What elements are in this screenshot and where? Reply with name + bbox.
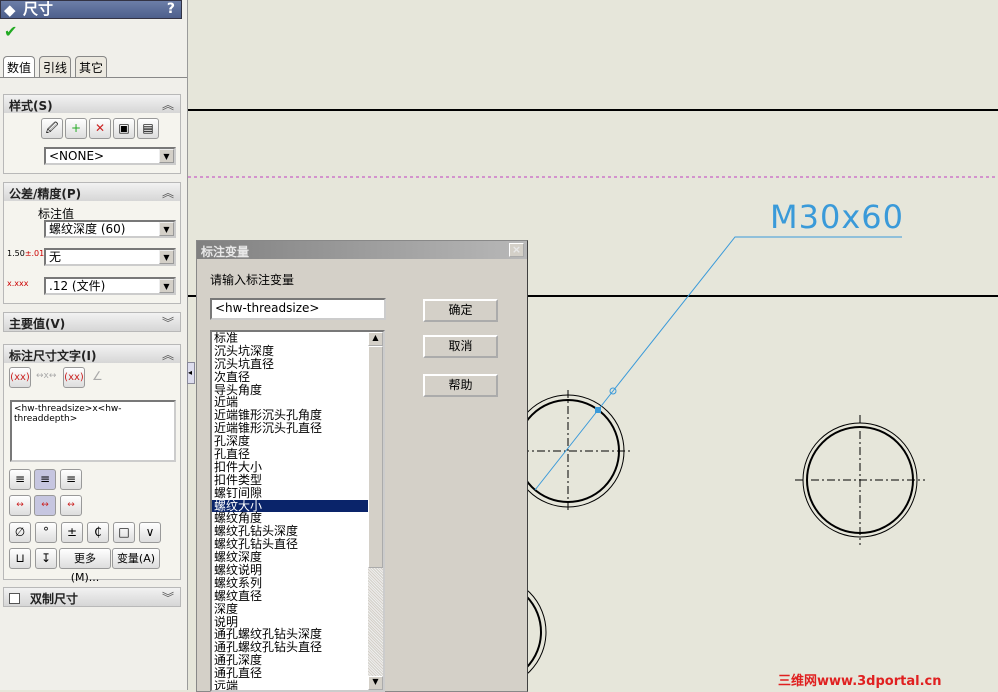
text-above-icon[interactable]: ↔ — [9, 495, 31, 516]
cancel-button[interactable]: 取消 — [423, 335, 498, 358]
depth-icon[interactable]: ↧ — [35, 548, 57, 569]
centerline-icon[interactable]: ₵ — [87, 522, 109, 543]
variable-input[interactable]: <hw-threadsize> — [210, 298, 386, 320]
dimension-icon: ◆ — [4, 1, 16, 19]
dialog-title: 标注变量 — [201, 245, 250, 259]
scroll-thumb — [368, 346, 383, 568]
leader-line — [534, 236, 902, 491]
list-item[interactable]: 孔直径 — [212, 448, 368, 461]
parentheses-icon[interactable]: (xx) — [9, 367, 31, 388]
property-manager: ◆ 尺寸 ? ✔ 数值 引线 其它 样式(S) ︽ 🖉 + ✕ ▣ ▤ <NONE… — [0, 0, 188, 690]
list-item[interactable]: 次直径 — [212, 370, 368, 384]
precision-select[interactable]: .12 (文件) ▼ — [44, 277, 176, 295]
list-item[interactable]: 扣件大小 — [212, 460, 368, 474]
list-item[interactable]: 标准 — [212, 332, 368, 345]
align-right-icon[interactable]: ≡ — [60, 469, 82, 490]
tolerance-section: 公差/精度(P) ︽ 标注值 螺纹深度 (60) ▼ 1.50±.01 无 ▼ x.x… — [3, 182, 181, 304]
dialog-prompt: 请输入标注变量 — [210, 273, 295, 287]
collapse-icon: ︽ — [161, 186, 174, 200]
dimension-text-area[interactable]: <hw-threadsize>x<hw-threaddepth> — [10, 400, 176, 462]
list-item[interactable]: 螺纹直径 — [212, 589, 368, 603]
text-inline-icon[interactable]: ↔ — [34, 495, 56, 516]
tab-value[interactable]: 数值 — [3, 56, 36, 78]
dimension-text-section: 标注尺寸文字(I) ︽ (xx) ↔x↔ (xx) ∠ <hw-threadsiz… — [3, 344, 181, 584]
list-item[interactable]: 沉头坑深度 — [212, 344, 368, 358]
list-item[interactable]: 深度 — [212, 602, 368, 616]
style-section: 样式(S) ︽ 🖉 + ✕ ▣ ▤ <NONE> ▼ — [3, 94, 181, 174]
variable-list[interactable]: 标准 沉头坑深度 沉头坑直径 次直径 导头角度 近端 近端锥形沉头孔角度 近端锥形沉头孔直径孔… — [210, 330, 385, 692]
hole-circle — [795, 415, 925, 545]
list-item[interactable]: 螺钉间隙 — [212, 486, 368, 500]
dimension-text-header[interactable]: 标注尺寸文字(I) ︽ — [4, 345, 180, 363]
dimension-value-select[interactable]: 螺纹深度 (60) ▼ — [44, 220, 176, 238]
checkmark-icon[interactable]: ✔ — [4, 22, 17, 41]
apply-style-icon[interactable]: 🖉 — [41, 118, 63, 139]
square-icon[interactable]: □ — [113, 522, 135, 543]
panel-collapse-handle[interactable]: ◂ — [187, 362, 195, 384]
dimension-variable-dialog: 标注变量 × 请输入标注变量 <hw-threadsize> 确定 取消 帮助 … — [196, 240, 528, 692]
plus-minus-icon[interactable]: ± — [61, 522, 83, 543]
countersink-icon[interactable]: ∨ — [139, 522, 161, 543]
center-dimension-icon: ↔x↔ — [36, 371, 57, 381]
list-item[interactable]: 螺纹系列 — [212, 576, 368, 590]
load-style-icon[interactable]: ▤ — [137, 118, 159, 139]
degree-icon[interactable]: ° — [35, 522, 57, 543]
panel-title-bar: ◆ 尺寸 ? — [0, 0, 182, 19]
divider — [0, 77, 187, 78]
align-center-icon[interactable]: ≡ — [34, 469, 56, 490]
collapse-icon: ︽ — [161, 348, 174, 362]
counterbore-icon[interactable]: ⊔ — [9, 548, 31, 569]
dual-dimension-checkbox[interactable] — [9, 593, 20, 604]
offset-text-icon: ∠ — [92, 369, 103, 383]
watermark: 三维网www.3dportal.cn — [778, 674, 942, 689]
tolerance-section-header[interactable]: 公差/精度(P) ︽ — [4, 183, 180, 201]
more-button[interactable]: 更多(M)... — [59, 548, 111, 584]
list-item[interactable]: 螺纹说明 — [212, 564, 368, 577]
dialog-title-bar[interactable]: 标注变量 × — [197, 241, 527, 259]
tolerance-type-select[interactable]: 无 ▼ — [44, 248, 176, 266]
expand-icon: ︾ — [161, 316, 174, 330]
collapse-icon: ︽ — [161, 98, 174, 112]
text-below-icon[interactable]: ↔ — [60, 495, 82, 516]
list-item[interactable]: 远端 — [212, 680, 368, 690]
list-item[interactable]: 沉头坑直径 — [212, 357, 368, 371]
tolerance-icon: 1.50±.01 — [7, 249, 45, 258]
variable-button[interactable]: 变量(A) — [112, 548, 160, 569]
list-item[interactable]: 扣件类型 — [212, 473, 368, 487]
style-select[interactable]: <NONE> ▼ — [44, 147, 176, 165]
ok-button[interactable]: 确定 — [423, 299, 498, 322]
dimension-text[interactable]: M30x60 — [770, 198, 904, 236]
dual-dimension-section: 双制尺寸 ︾ — [3, 587, 181, 607]
delete-style-icon[interactable]: ✕ — [89, 118, 111, 139]
panel-title: 尺寸 — [23, 0, 54, 18]
tab-leader[interactable]: 引线 — [39, 56, 72, 77]
diameter-icon[interactable]: ∅ — [9, 522, 31, 543]
inspection-icon[interactable]: (xx) — [63, 367, 85, 388]
style-section-header[interactable]: 样式(S) ︽ — [4, 95, 180, 113]
save-style-icon[interactable]: ▣ — [113, 118, 135, 139]
align-left-icon[interactable]: ≡ — [9, 469, 31, 490]
help-button[interactable]: ? — [167, 1, 175, 18]
tab-other[interactable]: 其它 — [75, 56, 108, 77]
primary-value-section[interactable]: 主要值(V) ︾ — [3, 312, 181, 332]
list-scrollbar[interactable]: ▲ ▼ — [368, 332, 383, 690]
help-button[interactable]: 帮助 — [423, 374, 498, 397]
add-style-icon[interactable]: + — [65, 118, 87, 139]
scroll-down-icon: ▼ — [368, 676, 383, 690]
chevron-down-icon: ▼ — [159, 149, 174, 163]
precision-icon: x.xxx — [7, 279, 29, 288]
expand-icon: ︾ — [161, 591, 174, 605]
leader-handle — [595, 407, 601, 413]
scroll-up-icon: ▲ — [368, 332, 383, 346]
close-button[interactable]: × — [509, 243, 524, 257]
